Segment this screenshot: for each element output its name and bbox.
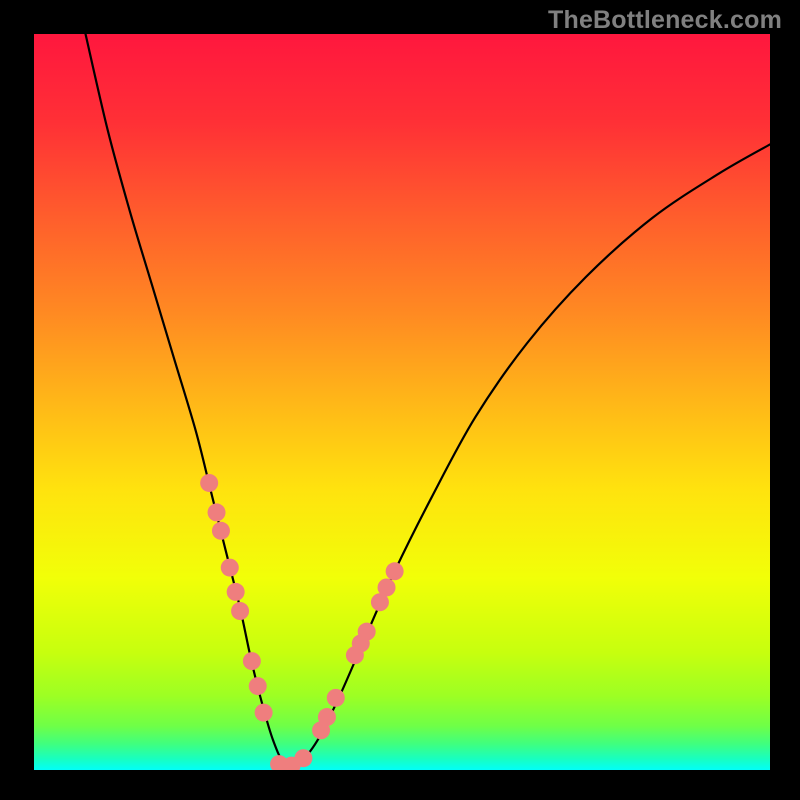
chart-frame: TheBottleneck.com — [0, 0, 800, 800]
highlight-dot — [327, 689, 345, 707]
highlight-dot — [212, 522, 230, 540]
chart-svg — [34, 34, 770, 770]
highlight-dot — [318, 708, 336, 726]
watermark-label: TheBottleneck.com — [548, 6, 782, 35]
highlight-dot — [249, 677, 267, 695]
gradient-background — [34, 34, 770, 770]
highlight-dot — [243, 652, 261, 670]
highlight-dot — [378, 578, 396, 596]
highlight-dot — [255, 704, 273, 722]
highlight-dot — [227, 583, 245, 601]
highlight-dot — [386, 562, 404, 580]
highlight-dot — [221, 559, 239, 577]
highlight-dot — [231, 602, 249, 620]
highlight-dot — [358, 623, 376, 641]
highlight-dot — [200, 474, 218, 492]
plot-area — [34, 34, 770, 770]
highlight-dot — [208, 503, 226, 521]
highlight-dot — [294, 749, 312, 767]
